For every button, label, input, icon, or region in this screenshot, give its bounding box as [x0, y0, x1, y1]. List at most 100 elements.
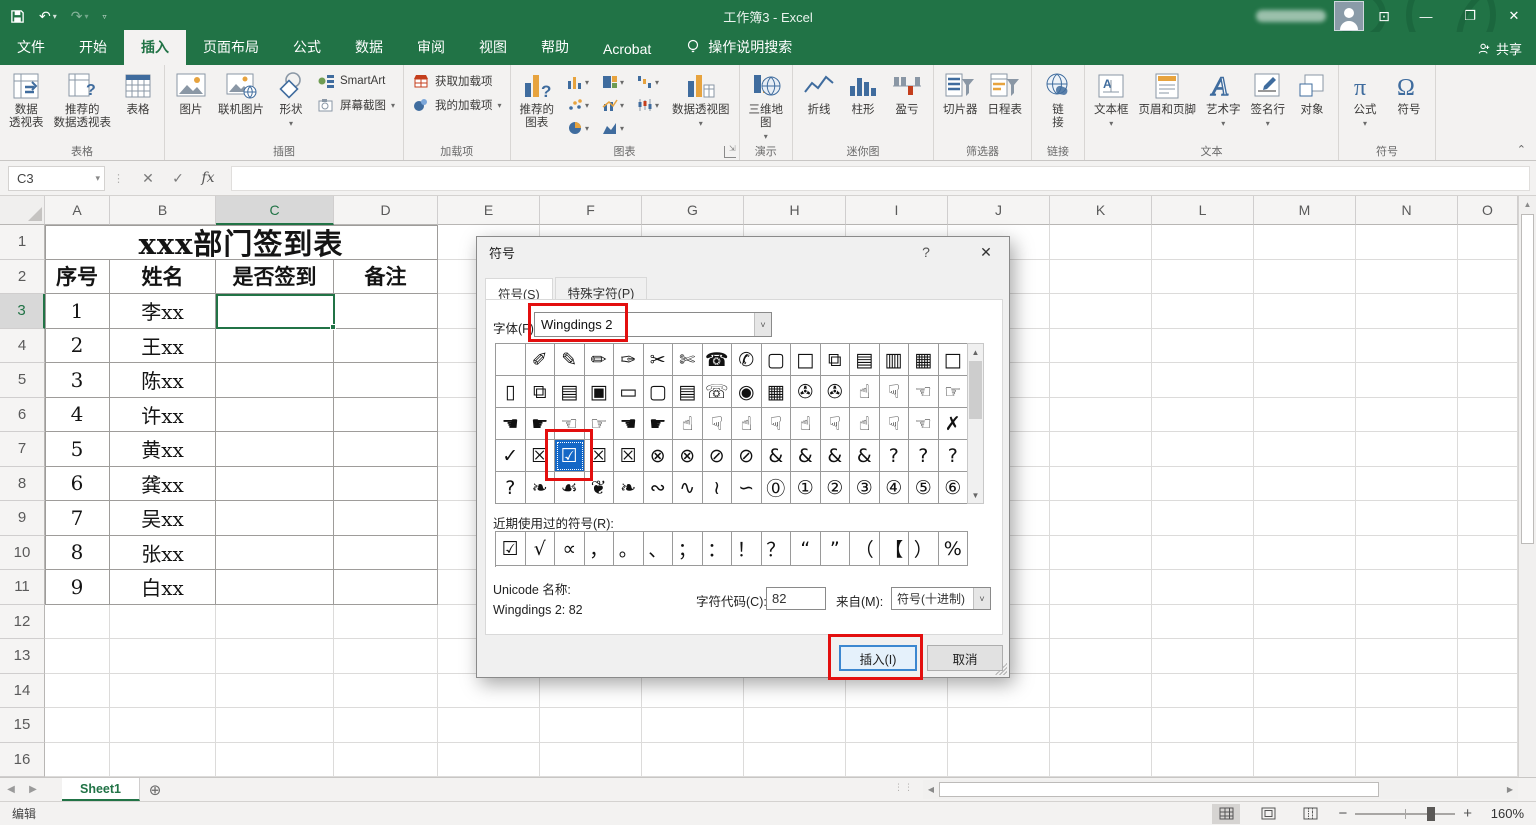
cell-N11[interactable]: [1356, 570, 1458, 605]
cell-E16[interactable]: [438, 743, 540, 778]
cell-A11[interactable]: 9: [45, 570, 110, 605]
cell-L9[interactable]: [1152, 501, 1254, 536]
cell-K12[interactable]: [1050, 605, 1152, 640]
symbol-cell[interactable]: ④: [880, 472, 910, 504]
cell-B7[interactable]: 黄xx: [110, 432, 216, 467]
cell-O6[interactable]: [1458, 398, 1518, 433]
recent-symbol-cell[interactable]: ）: [909, 532, 939, 566]
cell-D11[interactable]: [334, 570, 438, 605]
cell-M15[interactable]: [1254, 708, 1356, 743]
cell-G14[interactable]: [642, 674, 744, 709]
cell-D2[interactable]: 备注: [334, 260, 438, 295]
share-button[interactable]: 共享: [1477, 39, 1522, 58]
chart-type-bar-icon[interactable]: ▾: [561, 71, 595, 93]
cell-L2[interactable]: [1152, 260, 1254, 295]
undo-icon[interactable]: ↶▾: [39, 8, 57, 25]
page-break-view-icon[interactable]: [1296, 804, 1324, 824]
scroll-left-icon[interactable]: ◀: [923, 785, 939, 794]
symbol-cell[interactable]: ▦: [762, 376, 792, 408]
cell-C13[interactable]: [216, 639, 334, 674]
cell-J14[interactable]: [948, 674, 1050, 709]
symbol-cell[interactable]: ▣: [585, 376, 615, 408]
cell-H16[interactable]: [744, 743, 846, 778]
symbol-cell[interactable]: ⧉: [526, 376, 556, 408]
ribbon-tab-开始[interactable]: 开始: [62, 30, 124, 65]
symbol-cell[interactable]: ☒: [526, 440, 556, 472]
col-header-K[interactable]: K: [1050, 196, 1152, 225]
ribbon-button-形状[interactable]: 形状▾: [269, 67, 313, 133]
cell-H15[interactable]: [744, 708, 846, 743]
symbol-cell[interactable]: □: [791, 344, 821, 376]
symbol-cell[interactable]: ✏: [585, 344, 615, 376]
ribbon-button-公式[interactable]: π公式▾: [1343, 67, 1387, 133]
cell-N9[interactable]: [1356, 501, 1458, 536]
cell-N4[interactable]: [1356, 329, 1458, 364]
cell-C12[interactable]: [216, 605, 334, 640]
symbol-cell[interactable]: ☜: [909, 376, 939, 408]
cell-G16[interactable]: [642, 743, 744, 778]
cell-O9[interactable]: [1458, 501, 1518, 536]
ribbon-button-数据透视表[interactable]: 数据透视表: [4, 67, 49, 133]
cell-K1[interactable]: [1050, 225, 1152, 260]
minimize-button[interactable]: —: [1404, 0, 1448, 32]
chart-type-tree-icon[interactable]: ▾: [596, 71, 630, 93]
recent-symbol-cell[interactable]: “: [791, 532, 821, 566]
zoom-slider[interactable]: [1355, 813, 1455, 815]
ribbon-button-折线[interactable]: 折线: [797, 67, 841, 120]
cell-A8[interactable]: 6: [45, 467, 110, 502]
close-button[interactable]: ✕: [1492, 0, 1536, 32]
ribbon-display-options-icon[interactable]: ⊡: [1364, 0, 1404, 32]
col-header-J[interactable]: J: [948, 196, 1050, 225]
col-header-D[interactable]: D: [334, 196, 438, 225]
symbol-cell[interactable]: ⊘: [732, 440, 762, 472]
ribbon-button-推荐的图表[interactable]: ?推荐的图表: [515, 67, 560, 133]
cell-D9[interactable]: [334, 501, 438, 536]
symbol-cell[interactable]: ☏: [703, 376, 733, 408]
cell-D3[interactable]: [334, 294, 438, 329]
cell-K4[interactable]: [1050, 329, 1152, 364]
cell-K10[interactable]: [1050, 536, 1152, 571]
symbol-cell[interactable]: ☜: [555, 408, 585, 440]
symbol-cell[interactable]: ☙: [555, 472, 585, 504]
cell-K6[interactable]: [1050, 398, 1152, 433]
cell-F16[interactable]: [540, 743, 642, 778]
symbol-cell[interactable]: ✓: [496, 440, 526, 472]
symbol-cell[interactable]: ☟: [762, 408, 792, 440]
cell-title-merged-A1-D1[interactable]: xxx部门签到表: [45, 225, 438, 260]
cell-A10[interactable]: 8: [45, 536, 110, 571]
col-header-F[interactable]: F: [540, 196, 642, 225]
cell-K7[interactable]: [1050, 432, 1152, 467]
recent-symbol-cell[interactable]: ☑: [496, 532, 526, 566]
col-header-M[interactable]: M: [1254, 196, 1356, 225]
cell-N1[interactable]: [1356, 225, 1458, 260]
cell-D14[interactable]: [334, 674, 438, 709]
recent-symbol-cell[interactable]: %: [939, 532, 969, 566]
cell-A7[interactable]: 5: [45, 432, 110, 467]
cell-M3[interactable]: [1254, 294, 1356, 329]
row-header-16[interactable]: 16: [0, 743, 45, 778]
sheet-tab-sheet1[interactable]: Sheet1: [62, 778, 140, 801]
symbol-cell[interactable]: ✇: [821, 376, 851, 408]
cell-N8[interactable]: [1356, 467, 1458, 502]
cell-O4[interactable]: [1458, 329, 1518, 364]
cell-M12[interactable]: [1254, 605, 1356, 640]
cell-N14[interactable]: [1356, 674, 1458, 709]
symbol-cell[interactable]: ▦: [909, 344, 939, 376]
symbol-cell[interactable]: ▤: [850, 344, 880, 376]
ribbon-button-图片[interactable]: 图片: [169, 67, 213, 120]
cell-O3[interactable]: [1458, 294, 1518, 329]
symbol-cell[interactable]: ☛: [644, 408, 674, 440]
symbol-cell[interactable]: ∾: [644, 472, 674, 504]
recent-symbol-cell[interactable]: ；: [673, 532, 703, 566]
cell-C7[interactable]: [216, 432, 334, 467]
ribbon-button-我的加载项[interactable]: 我的加载项▾: [412, 97, 502, 113]
symbol-cell[interactable]: ⑤: [909, 472, 939, 504]
recent-symbol-cell[interactable]: ：: [703, 532, 733, 566]
cell-D10[interactable]: [334, 536, 438, 571]
cell-A3[interactable]: 1: [45, 294, 110, 329]
cell-A2[interactable]: 序号: [45, 260, 110, 295]
dialog-close-icon[interactable]: ✕: [963, 237, 1009, 267]
cell-A12[interactable]: [45, 605, 110, 640]
row-header-7[interactable]: 7: [0, 432, 45, 467]
symbol-cell[interactable]: [496, 344, 526, 376]
